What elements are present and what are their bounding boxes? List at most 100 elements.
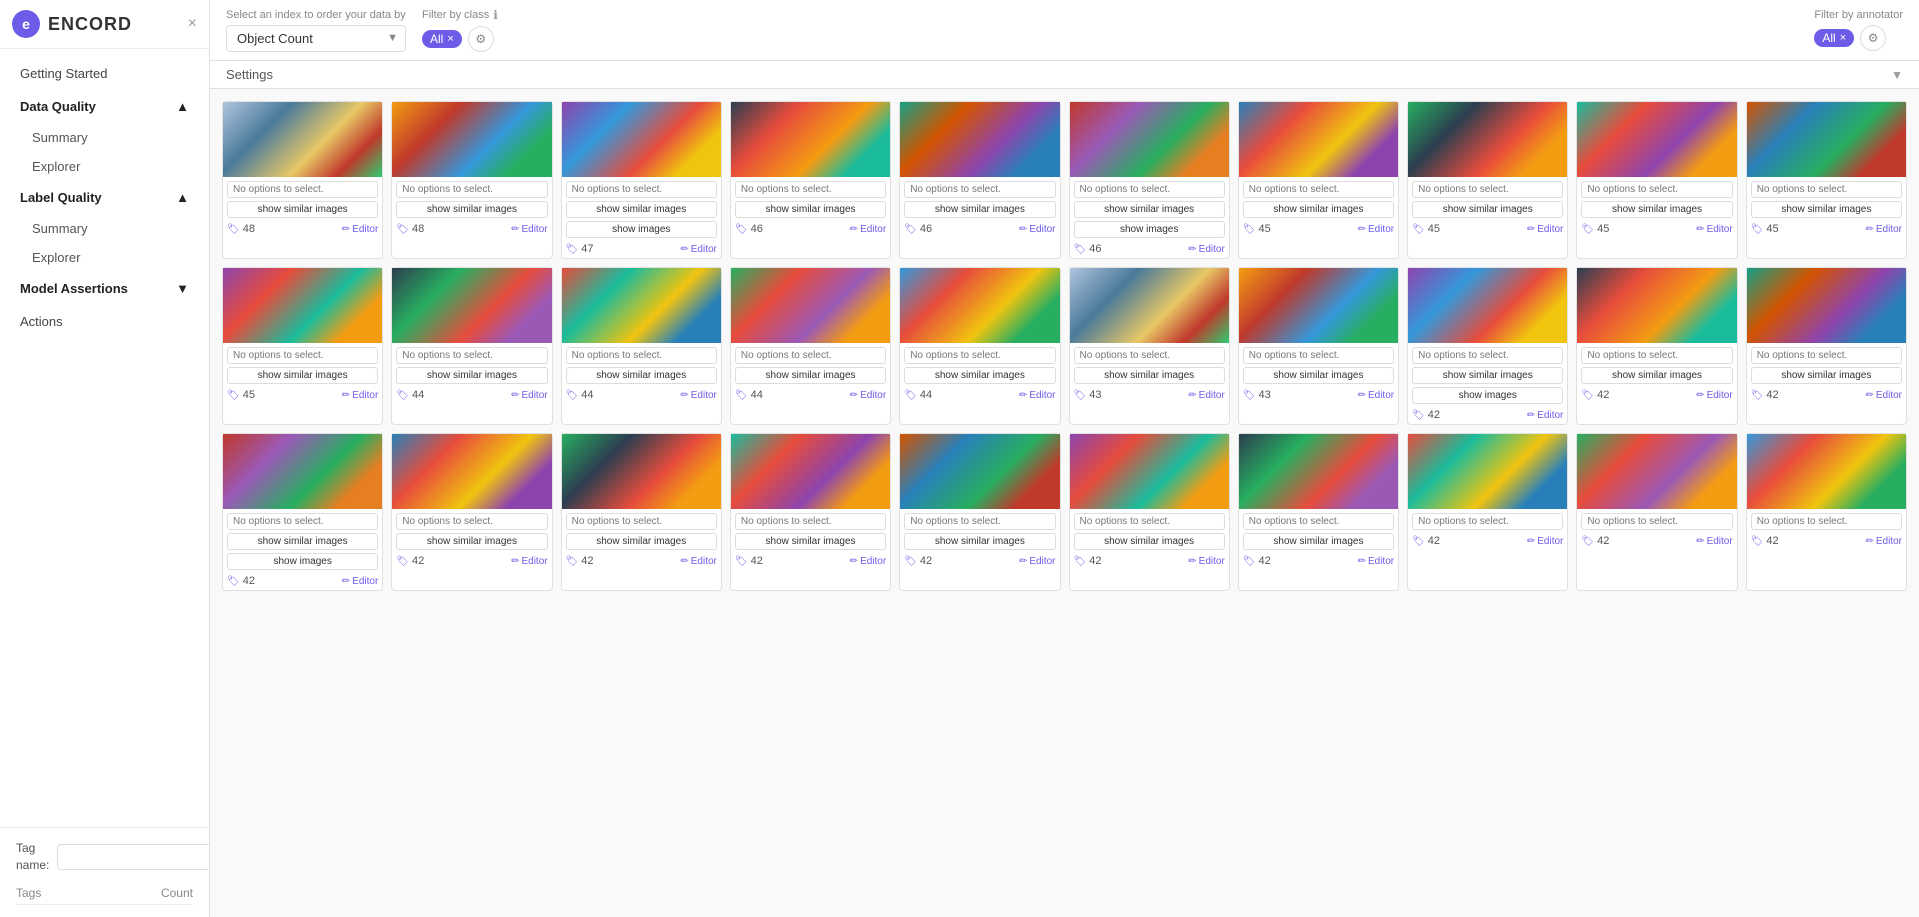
show-similar-images-button[interactable]: show similar images <box>1074 201 1225 218</box>
show-similar-images-button[interactable]: show similar images <box>396 201 547 218</box>
class-filter-settings[interactable]: ⚙ <box>468 26 494 52</box>
editor-link[interactable]: ✏Editor <box>342 390 379 401</box>
editor-link[interactable]: ✏Editor <box>850 390 887 401</box>
card-options-select[interactable]: No options to select. <box>735 181 886 198</box>
card-options-select[interactable]: No options to select. <box>1243 513 1394 530</box>
card-options-select[interactable]: No options to select. <box>1074 347 1225 364</box>
editor-link[interactable]: ✏Editor <box>1865 224 1902 235</box>
show-similar-images-button[interactable]: show similar images <box>1243 533 1394 550</box>
card-options-select[interactable]: No options to select. <box>1412 513 1563 530</box>
card-options-select[interactable]: No options to select. <box>396 181 547 198</box>
editor-link[interactable]: ✏Editor <box>1188 390 1225 401</box>
show-similar-images-button[interactable]: show similar images <box>227 367 378 384</box>
sidebar-item-data-summary[interactable]: Summary <box>0 123 209 152</box>
card-options-select[interactable]: No options to select. <box>1581 181 1732 198</box>
editor-link[interactable]: ✏Editor <box>850 556 887 567</box>
editor-link[interactable]: ✏Editor <box>1188 244 1225 255</box>
editor-link[interactable]: ✏Editor <box>1696 390 1733 401</box>
card-options-select[interactable]: No options to select. <box>904 347 1055 364</box>
card-options-select[interactable]: No options to select. <box>904 181 1055 198</box>
show-similar-images-button[interactable]: show similar images <box>396 533 547 550</box>
card-options-select[interactable]: No options to select. <box>904 513 1055 530</box>
sidebar-section-data-quality[interactable]: Data Quality ▲ <box>0 90 209 123</box>
editor-link[interactable]: ✏Editor <box>1696 536 1733 547</box>
show-similar-images-button[interactable]: show similar images <box>1243 201 1394 218</box>
card-options-select[interactable]: No options to select. <box>227 513 378 530</box>
editor-link[interactable]: ✏Editor <box>1527 224 1564 235</box>
editor-link[interactable]: ✏Editor <box>1019 224 1056 235</box>
show-images-button[interactable]: show images <box>227 553 378 570</box>
show-similar-images-button[interactable]: show similar images <box>227 533 378 550</box>
editor-link[interactable]: ✏Editor <box>1865 536 1902 547</box>
show-similar-images-button[interactable]: show similar images <box>1412 201 1563 218</box>
close-button[interactable]: × <box>188 15 197 33</box>
editor-link[interactable]: ✏Editor <box>342 576 379 587</box>
show-similar-images-button[interactable]: show similar images <box>1581 201 1732 218</box>
editor-link[interactable]: ✏Editor <box>1527 410 1564 421</box>
show-similar-images-button[interactable]: show similar images <box>227 201 378 218</box>
card-options-select[interactable]: No options to select. <box>1243 181 1394 198</box>
editor-link[interactable]: ✏Editor <box>1019 556 1056 567</box>
show-similar-images-button[interactable]: show similar images <box>1412 367 1563 384</box>
editor-link[interactable]: ✏Editor <box>1696 224 1733 235</box>
editor-link[interactable]: ✏Editor <box>1358 224 1395 235</box>
show-similar-images-button[interactable]: show similar images <box>735 533 886 550</box>
show-images-button[interactable]: show images <box>566 221 717 238</box>
card-options-select[interactable]: No options to select. <box>1074 181 1225 198</box>
sidebar-item-label-summary[interactable]: Summary <box>0 214 209 243</box>
show-similar-images-button[interactable]: show similar images <box>735 201 886 218</box>
card-options-select[interactable]: No options to select. <box>227 181 378 198</box>
card-options-select[interactable]: No options to select. <box>566 181 717 198</box>
editor-link[interactable]: ✏Editor <box>511 556 548 567</box>
editor-link[interactable]: ✏Editor <box>1865 390 1902 401</box>
annotator-filter-settings[interactable]: ⚙ <box>1860 25 1886 51</box>
editor-link[interactable]: ✏Editor <box>1527 536 1564 547</box>
editor-link[interactable]: ✏Editor <box>680 390 717 401</box>
show-similar-images-button[interactable]: show similar images <box>566 201 717 218</box>
annotator-chip-remove[interactable]: × <box>1840 32 1846 44</box>
card-options-select[interactable]: No options to select. <box>1581 347 1732 364</box>
card-options-select[interactable]: No options to select. <box>396 513 547 530</box>
show-similar-images-button[interactable]: show similar images <box>904 533 1055 550</box>
editor-link[interactable]: ✏Editor <box>680 556 717 567</box>
editor-link[interactable]: ✏Editor <box>1019 390 1056 401</box>
sidebar-item-getting-started[interactable]: Getting Started <box>0 57 209 90</box>
editor-link[interactable]: ✏Editor <box>1358 390 1395 401</box>
card-options-select[interactable]: No options to select. <box>1751 347 1902 364</box>
sidebar-item-label-explorer[interactable]: Explorer <box>0 243 209 272</box>
show-similar-images-button[interactable]: show similar images <box>1751 201 1902 218</box>
show-similar-images-button[interactable]: show similar images <box>396 367 547 384</box>
editor-link[interactable]: ✏Editor <box>1188 556 1225 567</box>
editor-link[interactable]: ✏Editor <box>511 390 548 401</box>
card-options-select[interactable]: No options to select. <box>1412 347 1563 364</box>
card-options-select[interactable]: No options to select. <box>1074 513 1225 530</box>
show-images-button[interactable]: show images <box>1412 387 1563 404</box>
sidebar-item-actions[interactable]: Actions <box>0 305 209 338</box>
show-similar-images-button[interactable]: show similar images <box>566 533 717 550</box>
card-options-select[interactable]: No options to select. <box>1412 181 1563 198</box>
card-options-select[interactable]: No options to select. <box>1751 513 1902 530</box>
show-similar-images-button[interactable]: show similar images <box>904 367 1055 384</box>
show-similar-images-button[interactable]: show similar images <box>735 367 886 384</box>
settings-chevron-icon[interactable]: ▼ <box>1891 68 1903 82</box>
editor-link[interactable]: ✏Editor <box>1358 556 1395 567</box>
show-similar-images-button[interactable]: show similar images <box>1581 367 1732 384</box>
show-similar-images-button[interactable]: show similar images <box>1074 533 1225 550</box>
sidebar-item-data-explorer[interactable]: Explorer <box>0 152 209 181</box>
show-similar-images-button[interactable]: show similar images <box>1243 367 1394 384</box>
show-similar-images-button[interactable]: show similar images <box>1751 367 1902 384</box>
card-options-select[interactable]: No options to select. <box>1243 347 1394 364</box>
sidebar-section-model-assertions[interactable]: Model Assertions ▼ <box>0 272 209 305</box>
editor-link[interactable]: ✏Editor <box>680 244 717 255</box>
show-images-button[interactable]: show images <box>1074 221 1225 238</box>
editor-link[interactable]: ✏Editor <box>511 224 548 235</box>
card-options-select[interactable]: No options to select. <box>1751 181 1902 198</box>
card-options-select[interactable]: No options to select. <box>396 347 547 364</box>
editor-link[interactable]: ✏Editor <box>342 224 379 235</box>
sidebar-section-label-quality[interactable]: Label Quality ▲ <box>0 181 209 214</box>
card-options-select[interactable]: No options to select. <box>1581 513 1732 530</box>
show-similar-images-button[interactable]: show similar images <box>1074 367 1225 384</box>
card-options-select[interactable]: No options to select. <box>566 347 717 364</box>
order-select[interactable]: Object Count <box>226 25 406 52</box>
card-options-select[interactable]: No options to select. <box>735 513 886 530</box>
